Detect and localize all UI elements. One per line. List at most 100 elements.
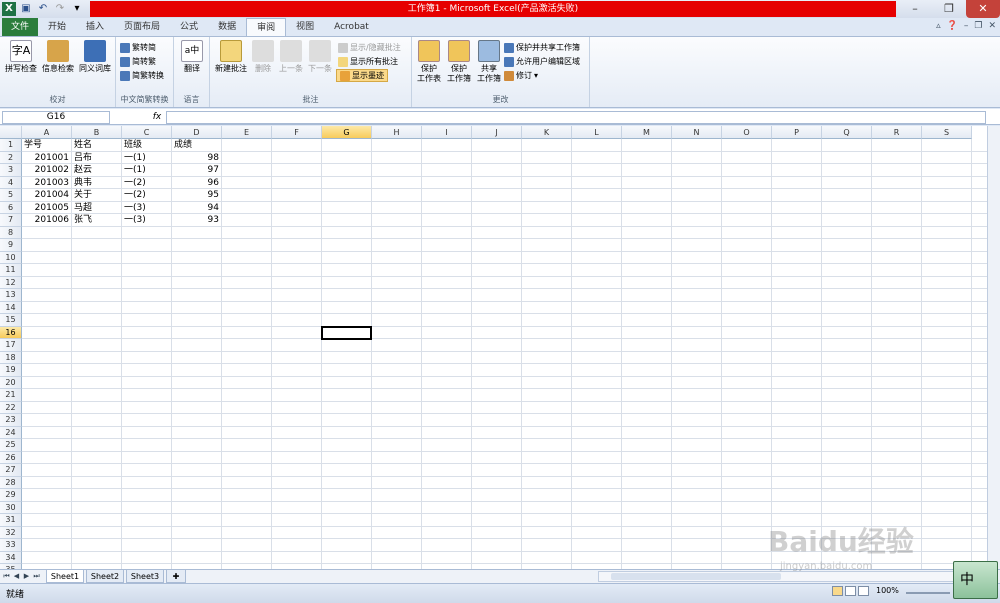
row-header-31[interactable]: 31 [0, 514, 22, 527]
table-cell[interactable]: 97 [174, 164, 221, 177]
next-comment-button[interactable]: 下一条 [306, 40, 334, 74]
zoom-level[interactable]: 100% [876, 586, 899, 595]
row-header-27[interactable]: 27 [0, 464, 22, 477]
show-all-comments-button[interactable]: 显示所有批注 [338, 55, 398, 68]
header-cell[interactable]: 学号 [24, 139, 71, 152]
table-cell[interactable]: 96 [174, 177, 221, 190]
table-cell[interactable]: 201002 [24, 164, 71, 177]
row-header-34[interactable]: 34 [0, 551, 22, 564]
table-cell[interactable]: 马超 [74, 202, 121, 215]
row-header-7[interactable]: 7 [0, 214, 22, 227]
zoom-slider[interactable] [906, 592, 950, 594]
sheet-tab-sheet2[interactable]: Sheet2 [86, 570, 124, 583]
row-header-28[interactable]: 28 [0, 476, 22, 489]
share-workbook-button[interactable]: 共享 工作簿 [474, 40, 504, 84]
row-header-23[interactable]: 23 [0, 414, 22, 427]
row-header-16[interactable]: 16 [0, 326, 22, 339]
row-header-32[interactable]: 32 [0, 526, 22, 539]
row-header-1[interactable]: 1 [0, 139, 22, 152]
new-comment-button[interactable]: 新建批注 [212, 40, 250, 74]
row-header-5[interactable]: 5 [0, 189, 22, 202]
show-ink-button[interactable]: 显示墨迹 [336, 69, 388, 82]
row-header-26[interactable]: 26 [0, 451, 22, 464]
first-sheet-icon[interactable]: ⏮ [2, 571, 11, 582]
minimize-ribbon-icon[interactable]: ▵ [936, 21, 941, 31]
column-header-l[interactable]: L [572, 126, 622, 139]
row-header-12[interactable]: 12 [0, 276, 22, 289]
normal-view-icon[interactable] [832, 586, 843, 596]
track-changes-button[interactable]: 修订 ▾ [504, 69, 538, 82]
row-header-8[interactable]: 8 [0, 226, 22, 239]
column-header-h[interactable]: H [372, 126, 422, 139]
tab-review[interactable]: 审阅 [246, 18, 287, 36]
table-cell[interactable]: 一(3) [124, 202, 171, 215]
table-cell[interactable]: 一(2) [124, 189, 171, 202]
tab-insert[interactable]: 插入 [76, 18, 114, 36]
simp-to-trad-button[interactable]: 简转繁 [120, 55, 156, 68]
table-cell[interactable]: 一(1) [124, 152, 171, 165]
tab-acrobat[interactable]: Acrobat [324, 18, 379, 36]
row-header-33[interactable]: 33 [0, 539, 22, 552]
row-header-21[interactable]: 21 [0, 389, 22, 402]
show-hide-comment-button[interactable]: 显示/隐藏批注 [338, 41, 401, 54]
column-header-k[interactable]: K [522, 126, 572, 139]
customize-qat-icon[interactable]: ▾ [70, 2, 84, 16]
table-cell[interactable]: 201006 [24, 214, 71, 227]
thesaurus-button[interactable]: 同义词库 [77, 40, 113, 74]
undo-icon[interactable]: ↶ [36, 2, 50, 16]
row-header-29[interactable]: 29 [0, 489, 22, 502]
close-button[interactable]: ✕ [966, 0, 1000, 18]
column-header-g[interactable]: G [322, 126, 372, 139]
column-header-b[interactable]: B [72, 126, 122, 139]
row-header-9[interactable]: 9 [0, 239, 22, 252]
table-cell[interactable]: 典韦 [74, 177, 121, 190]
column-header-p[interactable]: P [772, 126, 822, 139]
last-sheet-icon[interactable]: ⏭ [32, 571, 41, 582]
column-header-e[interactable]: E [222, 126, 272, 139]
table-cell[interactable]: 一(3) [124, 214, 171, 227]
tab-page-layout[interactable]: 页面布局 [114, 18, 170, 36]
table-cell[interactable]: 赵云 [74, 164, 121, 177]
row-header-2[interactable]: 2 [0, 151, 22, 164]
spell-check-button[interactable]: 字A 拼写检查 [3, 40, 39, 74]
row-header-25[interactable]: 25 [0, 439, 22, 452]
column-header-f[interactable]: F [272, 126, 322, 139]
table-cell[interactable]: 201004 [24, 189, 71, 202]
protect-workbook-button[interactable]: 保护 工作簿 [444, 40, 474, 84]
formula-input[interactable] [166, 111, 986, 124]
next-sheet-icon[interactable]: ▶ [22, 571, 31, 582]
row-header-18[interactable]: 18 [0, 351, 22, 364]
row-header-19[interactable]: 19 [0, 364, 22, 377]
table-cell[interactable]: 94 [174, 202, 221, 215]
table-cell[interactable]: 吕布 [74, 152, 121, 165]
row-header-11[interactable]: 11 [0, 264, 22, 277]
tab-home[interactable]: 开始 [38, 18, 76, 36]
row-header-15[interactable]: 15 [0, 314, 22, 327]
table-cell[interactable]: 201003 [24, 177, 71, 190]
row-header-14[interactable]: 14 [0, 301, 22, 314]
protect-share-button[interactable]: 保护并共享工作簿 [504, 41, 580, 54]
protect-sheet-button[interactable]: 保护 工作表 [414, 40, 444, 84]
table-cell[interactable]: 93 [174, 214, 221, 227]
table-cell[interactable]: 98 [174, 152, 221, 165]
tab-data[interactable]: 数据 [208, 18, 246, 36]
tab-view[interactable]: 视图 [286, 18, 324, 36]
column-header-i[interactable]: I [422, 126, 472, 139]
help-icon[interactable]: ❓ [947, 21, 958, 31]
save-icon[interactable]: ▣ [19, 2, 33, 16]
restore-button[interactable]: ❐ [932, 0, 966, 18]
column-header-n[interactable]: N [672, 126, 722, 139]
table-cell[interactable]: 关于 [74, 189, 121, 202]
sheet-tab-sheet1[interactable]: Sheet1 [46, 570, 84, 583]
redo-icon[interactable]: ↷ [53, 2, 67, 16]
table-cell[interactable]: 一(1) [124, 164, 171, 177]
workbook-close-icon[interactable]: ✕ [988, 21, 996, 31]
header-cell[interactable]: 成绩 [174, 139, 221, 152]
column-header-s[interactable]: S [922, 126, 972, 139]
minimize-button[interactable]: – [898, 0, 932, 18]
active-cell-selection[interactable] [321, 325, 372, 340]
tab-file[interactable]: 文件 [2, 18, 38, 36]
ime-indicator[interactable]: 中 [953, 561, 998, 599]
table-cell[interactable]: 张飞 [74, 214, 121, 227]
column-header-c[interactable]: C [122, 126, 172, 139]
